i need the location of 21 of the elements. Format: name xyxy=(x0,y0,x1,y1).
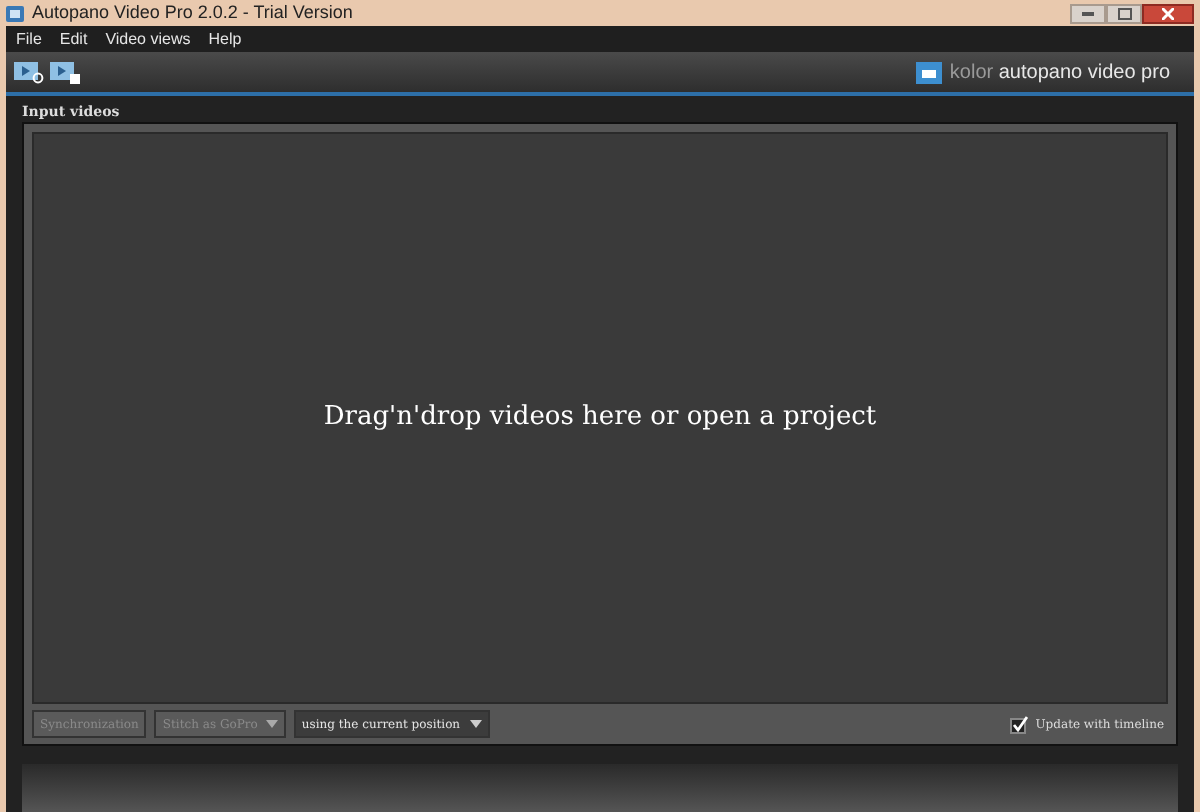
app-icon xyxy=(6,5,24,21)
logo-icon xyxy=(915,61,942,83)
menu-item[interactable]: Edit xyxy=(59,27,88,51)
menu-item[interactable]: File xyxy=(16,27,42,51)
brand-prefix: kolor xyxy=(949,61,994,83)
brand-name: autopano video pro xyxy=(998,61,1170,83)
video-search-icon[interactable] xyxy=(14,61,44,83)
video-import-icon[interactable] xyxy=(50,61,80,83)
minimize-button[interactable] xyxy=(1070,3,1106,23)
menu-item[interactable]: Help xyxy=(208,27,242,51)
menu-item[interactable]: Video views xyxy=(105,27,191,51)
minimize-icon xyxy=(1082,11,1094,15)
caret-icon xyxy=(469,720,482,728)
caret-icon xyxy=(265,720,278,728)
window-title: Autopano Video Pro 2.0.2 - Trial Version xyxy=(32,0,353,26)
close-button[interactable] xyxy=(1142,3,1194,23)
close-icon xyxy=(1162,7,1174,19)
checkbox[interactable] xyxy=(1009,715,1028,733)
drop-hint: Drag'n'drop videos here or open a project xyxy=(323,400,877,437)
maximize-button[interactable] xyxy=(1106,3,1142,23)
maximize-icon xyxy=(1117,7,1131,19)
